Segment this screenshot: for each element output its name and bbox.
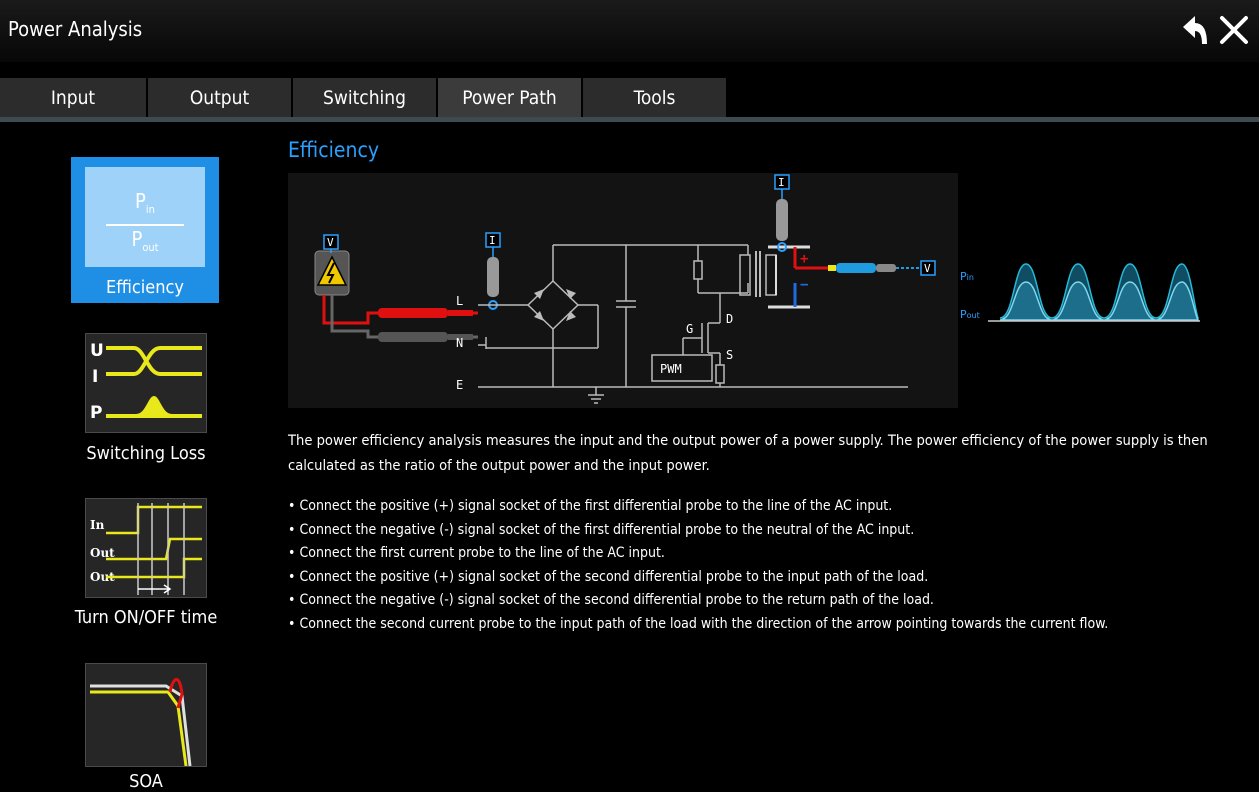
svg-text:P: P (90, 403, 102, 423)
close-icon[interactable] (1214, 10, 1254, 50)
sidebar-item-label: Efficiency (105, 277, 184, 298)
svg-text:I: I (778, 176, 785, 189)
svg-text:+: + (800, 251, 808, 267)
efficiency-icon: Pin Pout (85, 167, 205, 267)
section-title: Efficiency (288, 138, 380, 162)
sidebar-item-turn-on-off-time[interactable]: In Out Out (85, 498, 207, 598)
tab-switching[interactable]: Switching (293, 78, 438, 118)
fraction-numerator: Pin (135, 189, 155, 216)
instruction-list: Connect the positive (+) signal socket o… (288, 495, 1238, 637)
sidebar-item-soa[interactable] (85, 663, 207, 767)
list-item: Connect the positive (+) signal socket o… (288, 566, 1238, 590)
turn-on-off-icon: In Out Out (90, 503, 202, 595)
svg-text:PWM: PWM (660, 362, 682, 376)
svg-text:V: V (327, 236, 334, 249)
title-bar: Power Analysis (0, 0, 1259, 62)
svg-text:Pout: Pout (960, 308, 980, 321)
list-item: Connect the positive (+) signal socket o… (288, 495, 1238, 519)
fraction-denominator: Pout (131, 227, 159, 254)
fraction-line (106, 224, 184, 226)
svg-text:G: G (686, 322, 693, 336)
svg-text:U: U (90, 341, 104, 361)
efficiency-waveform: Pin Pout (958, 256, 1200, 326)
svg-text:D: D (726, 312, 733, 326)
description-text: The power efficiency analysis measures t… (288, 432, 1208, 474)
list-item: Connect the negative (-) signal socket o… (288, 589, 1238, 613)
sidebar-item-switching-loss[interactable]: U I P (85, 333, 207, 433)
svg-text:E: E (456, 378, 463, 392)
switching-loss-icon: U I P (90, 341, 202, 423)
sidebar-item-efficiency[interactable]: Pin Pout Efficiency (71, 157, 219, 303)
tab-tools[interactable]: Tools (583, 78, 728, 118)
window-title: Power Analysis (8, 17, 143, 41)
list-item: Connect the first current probe to the l… (288, 542, 1238, 566)
tab-underline (0, 117, 1259, 122)
svg-text:In: In (90, 518, 105, 532)
back-arrow-icon[interactable] (1175, 10, 1215, 50)
efficiency-schematic: V L N E I + − G D S PWM I V (288, 173, 958, 408)
sidebar-item-label: Turn ON/OFF time (74, 607, 218, 628)
svg-text:Pin: Pin (960, 270, 974, 283)
list-item: Connect the second current probe to the … (288, 613, 1238, 637)
tab-power-path[interactable]: Power Path (438, 78, 583, 118)
svg-text:I: I (92, 367, 98, 387)
svg-text:−: − (800, 277, 808, 293)
svg-text:S: S (726, 348, 733, 362)
list-item: Connect the negative (-) signal socket o… (288, 519, 1238, 543)
tab-input[interactable]: Input (0, 78, 148, 118)
svg-text:L: L (456, 294, 463, 308)
svg-text:V: V (924, 262, 931, 275)
sidebar-item-label: Switching Loss (86, 443, 206, 464)
tab-output[interactable]: Output (148, 78, 293, 118)
svg-text:N: N (456, 336, 463, 350)
svg-text:I: I (489, 234, 496, 247)
tab-bar: Input Output Switching Power Path Tools (0, 78, 1259, 118)
soa-icon (90, 678, 192, 767)
